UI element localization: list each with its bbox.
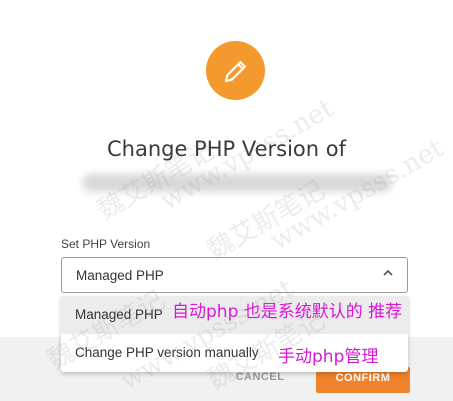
annotation-manual: 手动php管理 bbox=[278, 347, 379, 367]
field-label: Set PHP Version bbox=[61, 237, 151, 251]
edit-badge bbox=[206, 41, 265, 100]
cancel-button[interactable]: CANCEL bbox=[218, 369, 302, 391]
blurred-hostname bbox=[82, 174, 392, 192]
annotation-auto: 自动php 也是系统默认的 推荐 bbox=[172, 302, 403, 322]
php-version-select[interactable]: Managed PHP bbox=[61, 257, 408, 293]
pencil-icon bbox=[224, 60, 246, 82]
select-value: Managed PHP bbox=[76, 268, 164, 283]
page-title: Change PHP Version of bbox=[106, 137, 346, 161]
chevron-up-icon bbox=[383, 269, 393, 276]
